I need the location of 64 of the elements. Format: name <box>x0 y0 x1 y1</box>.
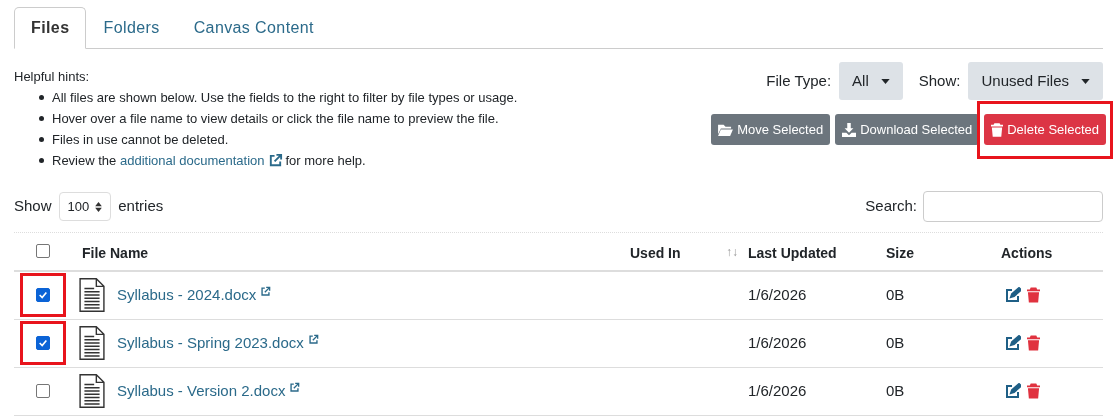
select-all-checkbox[interactable] <box>35 244 50 258</box>
spinner-arrows-icon <box>95 201 103 212</box>
filter-dropdown[interactable]: Unused Files <box>968 62 1103 100</box>
file-name-link[interactable]: Syllabus - Spring 2023.docx <box>117 331 304 355</box>
hints-title: Helpful hints: <box>14 68 91 86</box>
external-link-icon <box>289 381 301 393</box>
table-cell: 1/6/2026 <box>748 333 807 351</box>
column-header[interactable]: Actions <box>1001 245 1053 261</box>
tab[interactable]: Canvas Content <box>176 7 331 49</box>
folder-icon <box>718 123 734 136</box>
table-cell: 1/6/2026 <box>748 286 807 303</box>
hint-text: Review the additional documentation for more help. <box>52 150 366 171</box>
documentation-link[interactable]: additional documentation <box>119 150 265 171</box>
document-icon <box>79 325 105 361</box>
filter-dropdown[interactable]: All <box>839 62 903 100</box>
bullet-icon <box>39 158 44 163</box>
bullet-icon <box>39 95 44 100</box>
download-icon <box>842 122 857 137</box>
column-header[interactable]: Size <box>886 245 914 261</box>
table-cell: 0B <box>886 286 905 303</box>
file-name-link[interactable]: Syllabus - Version 2.docx <box>117 379 286 403</box>
tab[interactable]: Files <box>14 7 87 49</box>
entries-select[interactable]: 100 <box>58 192 112 221</box>
external-link-icon <box>267 153 283 168</box>
action-button[interactable]: Move Selected <box>711 114 831 145</box>
column-header[interactable]: Last Updated <box>748 245 837 261</box>
search-label: Search: <box>865 196 917 217</box>
table-cell: 0B <box>886 381 905 399</box>
table-cell: 0B <box>886 333 905 351</box>
file-name-link[interactable]: Syllabus - 2024.docx <box>117 284 257 307</box>
bullet-icon <box>39 137 44 142</box>
filter-label: Show: <box>918 70 961 91</box>
row-checkbox[interactable] <box>35 336 50 350</box>
row-checkbox[interactable] <box>35 384 50 398</box>
edit-icon[interactable] <box>1005 335 1021 351</box>
edit-icon[interactable] <box>1005 383 1021 399</box>
hint-text: Hover over a file name to view details or click the file name to preview the file. <box>52 110 499 128</box>
edit-icon[interactable] <box>1005 287 1021 304</box>
external-link-icon <box>307 333 319 345</box>
hint-text: Files in use cannot be deleted. <box>52 131 229 149</box>
show-label: Show <box>14 196 52 217</box>
entries-label: entries <box>118 196 164 217</box>
filter-label: File Type: <box>766 70 832 91</box>
checkmark-icon <box>37 290 48 301</box>
trash-icon[interactable] <box>1027 383 1040 399</box>
trash-icon <box>991 122 1004 137</box>
column-header[interactable]: Used In <box>630 243 681 264</box>
external-link-icon <box>260 285 272 297</box>
trash-icon[interactable] <box>1027 287 1040 304</box>
row-checkbox[interactable] <box>35 288 50 303</box>
table-cell: 1/6/2026 <box>748 381 807 399</box>
document-icon <box>79 277 105 314</box>
bullet-icon <box>39 116 44 121</box>
column-header[interactable]: File Name <box>82 245 149 261</box>
action-button[interactable]: Delete Selected <box>984 114 1106 145</box>
caret-icon <box>880 78 890 84</box>
document-icon <box>79 373 105 409</box>
caret-icon <box>1081 78 1090 84</box>
search-field[interactable] <box>923 191 1103 222</box>
hint-text: All files are shown below. Use the fields to the right to filter by file types or usage. <box>52 89 518 107</box>
trash-icon[interactable] <box>1027 335 1040 351</box>
checkmark-icon <box>37 338 48 348</box>
action-button[interactable]: Download Selected <box>835 114 980 145</box>
tab[interactable]: Folders <box>86 7 177 49</box>
